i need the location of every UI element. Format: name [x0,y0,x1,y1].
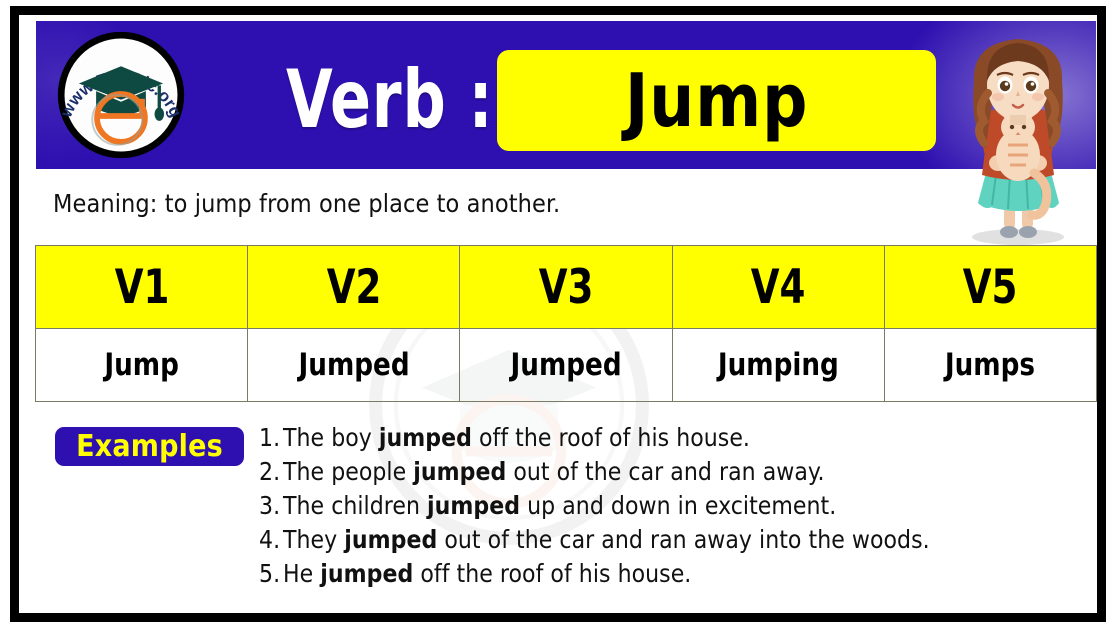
example-item: 5. He jumped off the roof of his house. [259,557,1069,591]
table-header-cell: V5 [883,245,1097,329]
form-v5: Jumps [945,347,1036,383]
form-v1: Jump [104,347,179,383]
card-inner: www.EngDic.org www.EngDic.org Verb : [19,15,1097,613]
form-v4: Jumping [717,347,839,383]
example-verb: jumped [320,559,414,588]
example-number: 3. [259,491,281,520]
verb-card: www.EngDic.org www.EngDic.org Verb : [10,6,1106,622]
example-text-after: off the roof of his house. [471,423,750,452]
verb-value: Jump [624,57,809,144]
form-v3: Jumped [510,347,622,383]
table-header-cell: V3 [459,245,673,329]
verb-label: Verb : [286,52,494,146]
example-item: 3. The children jumped up and down in ex… [259,489,1069,523]
examples-label: Examples [76,429,223,464]
example-item: 2. The people jumped out of the car and … [259,455,1069,489]
example-text-before: The people [283,457,414,486]
example-number: 1. [259,423,281,452]
header-v5: V5 [963,259,1018,315]
verb-value-box: Jump [497,50,936,151]
example-text-before: He [283,559,321,588]
example-text-after: out of the car and ran away into the woo… [437,525,930,554]
example-text-before: They [283,525,345,554]
examples-badge: Examples [55,427,244,466]
table-header-cell: V2 [247,245,461,329]
meaning-text: Meaning: to jump from one place to anoth… [53,189,561,218]
header-v1: V1 [114,259,169,315]
example-text-after: off the roof of his house. [413,559,692,588]
table-cell: Jumped [459,328,673,402]
example-text-before: The boy [283,423,379,452]
table-cell: Jump [34,328,249,402]
header-v2: V2 [326,259,382,315]
example-number: 2. [259,457,281,486]
table-header-row: V1 V2 V3 V4 V5 [34,245,1097,329]
verb-forms-table: V1 V2 V3 V4 V5 Jump Jumped Jumped Jumpin… [34,245,1097,402]
example-item: 1. The boy jumped off the roof of his ho… [259,421,1069,455]
example-text-before: The children [283,491,428,520]
examples-list: 1. The boy jumped off the roof of his ho… [259,421,1069,591]
table-cell: Jumped [247,328,461,402]
form-v2: Jumped [298,347,410,383]
example-number: 5. [259,559,281,588]
example-text-after: up and down in excitement. [520,491,837,520]
table-header-cell: V4 [671,245,885,329]
engdic-logo-icon: www.EngDic.org [56,31,186,159]
example-number: 4. [259,525,281,554]
table-cell: Jumps [883,328,1097,402]
table-row: Jump Jumped Jumped Jumping Jumps [34,328,1097,402]
example-verb: jumped [413,457,507,486]
example-item: 4. They jumped out of the car and ran aw… [259,523,1069,557]
example-text-after: out of the car and ran away. [506,457,825,486]
header-v3: V3 [538,259,594,315]
table-cell: Jumping [671,328,885,402]
example-verb: jumped [427,491,521,520]
header-v4: V4 [750,259,806,315]
table-header-cell: V1 [34,245,249,329]
example-verb: jumped [378,423,472,452]
header-bar: www.EngDic.org Verb : Jump [36,21,1096,169]
example-verb: jumped [344,525,438,554]
